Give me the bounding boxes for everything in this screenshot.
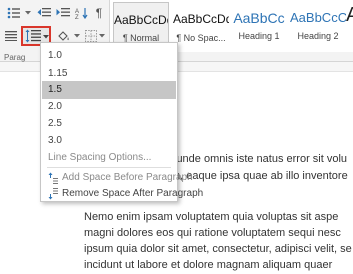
style-heading-1[interactable]: AaBbCc Heading 1 — [231, 2, 287, 44]
style-preview: AaBbCcDd — [114, 13, 168, 26]
add-space-before-icon — [48, 172, 58, 184]
style-no-spacing[interactable]: AaBbCcDd ¶ No Spac... — [173, 2, 229, 44]
doc-line: Nemo enim ipsam voluptatem quia voluptas… — [84, 211, 339, 223]
doc-line: magni dolores eos qui ratione voluptatem… — [84, 227, 341, 239]
style-title[interactable]: A — [346, 2, 353, 44]
style-normal[interactable]: AaBbCcDd ¶ Normal — [113, 2, 169, 44]
bullets-dropdown-button[interactable] — [22, 6, 34, 20]
chevron-down-icon — [99, 34, 105, 38]
svg-text:Z: Z — [75, 15, 79, 19]
spacing-option-2-5[interactable]: 2.5 — [42, 115, 176, 133]
sort-button[interactable]: A Z — [74, 6, 90, 20]
line-spacing-icon — [25, 29, 41, 43]
doc-line: ipsum quia dolor sit amet, consectetur, … — [84, 243, 352, 255]
bullets-icon — [7, 7, 20, 19]
borders-icon — [85, 30, 97, 42]
show-formatting-button[interactable]: ¶ — [92, 6, 106, 20]
style-preview: AaBbCcDd — [173, 12, 229, 26]
spacing-option-1-0[interactable]: 1.0 — [42, 47, 176, 65]
chevron-down-icon — [43, 35, 49, 39]
sort-icon: A Z — [75, 8, 88, 19]
menu-item-label: Add Space Before Paragraph — [62, 172, 193, 183]
paragraph-group-label: Parag — [4, 53, 26, 62]
bullets-button[interactable] — [6, 6, 22, 20]
justify-button[interactable] — [4, 28, 18, 44]
spacing-option-1-5[interactable]: 1.5 — [42, 81, 176, 99]
style-name: Heading 2 — [297, 31, 339, 41]
style-heading-2[interactable]: AaBbCcC Heading 2 — [290, 2, 346, 44]
menu-item-label: Remove Space After Paragraph — [62, 188, 204, 199]
doc-line: incidunt ut labore et dolore magnam aliq… — [84, 259, 333, 271]
menu-separator — [47, 167, 171, 168]
doc-line: iunde omnis iste natus error sit volu — [174, 153, 348, 165]
style-name: ¶ No Spac... — [176, 33, 226, 43]
chevron-down-icon — [25, 11, 31, 15]
justify-icon — [5, 31, 17, 41]
decrease-indent-icon — [37, 8, 51, 17]
chevron-down-icon — [74, 34, 80, 38]
style-preview: A — [346, 4, 353, 26]
style-preview: AaBbCcC — [290, 10, 346, 25]
style-name: Heading 1 — [238, 31, 280, 41]
increase-indent-icon — [56, 8, 70, 17]
style-preview: AaBbCc — [233, 10, 285, 26]
doc-line: n, eaque ipsa quae ab illo inventore — [174, 170, 348, 182]
remove-space-after-item[interactable]: Remove Space After Paragraph — [42, 185, 203, 203]
spacing-option-3-0[interactable]: 3.0 — [42, 132, 176, 150]
pilcrow-icon: ¶ — [95, 6, 103, 20]
increase-indent-button[interactable] — [55, 6, 71, 20]
decrease-indent-button[interactable] — [36, 6, 52, 20]
paint-bucket-icon — [58, 30, 69, 41]
line-spacing-menu: 1.0 1.15 1.5 2.0 2.5 3.0 Line Spacing Op… — [40, 42, 203, 203]
remove-space-after-icon — [48, 188, 58, 200]
spacing-option-2-0[interactable]: 2.0 — [42, 98, 176, 116]
line-spacing-options-item[interactable]: Line Spacing Options... — [42, 149, 176, 167]
